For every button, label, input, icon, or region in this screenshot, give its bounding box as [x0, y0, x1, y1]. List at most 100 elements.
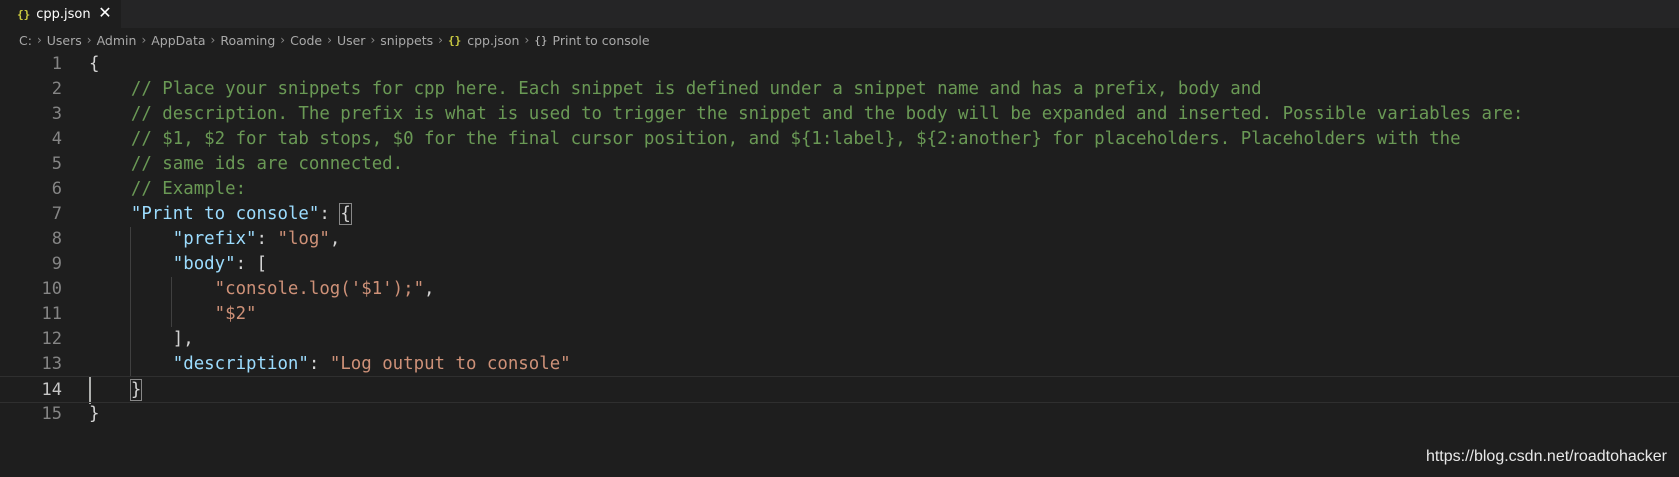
- line-number: 2: [51, 79, 62, 99]
- line-number: 11: [41, 304, 62, 324]
- code-text: ],: [89, 326, 194, 353]
- code-token: "description": [172, 354, 309, 374]
- chevron-right-icon: ›: [141, 33, 147, 47]
- code-text: // description. The prefix is what is us…: [89, 101, 1524, 128]
- breadcrumb-file-label: cpp.json: [467, 32, 520, 48]
- code-token: :: [319, 204, 341, 224]
- close-icon[interactable]: ✕: [97, 4, 113, 22]
- code-line[interactable]: 3 // description. The prefix is what is …: [0, 101, 1679, 128]
- breadcrumb-item[interactable]: AppData: [151, 33, 205, 48]
- code-token: "Log output to console": [329, 354, 571, 374]
- code-line[interactable]: 5 // same ids are connected.: [0, 151, 1679, 178]
- chevron-right-icon: ›: [438, 33, 443, 47]
- line-number: 14: [41, 380, 62, 400]
- code-line[interactable]: 4 // $1, $2 for tab stops, $0 for the fi…: [0, 126, 1679, 153]
- code-token: "body": [172, 254, 236, 274]
- line-number: 15: [41, 404, 62, 424]
- breadcrumb-item[interactable]: Admin: [97, 33, 137, 48]
- watermark: https://blog.csdn.net/roadtohacker: [1425, 448, 1667, 465]
- breadcrumb-item[interactable]: C:: [19, 33, 32, 48]
- code-token: "console.log('$1');": [214, 279, 425, 299]
- line-number: 4: [51, 129, 62, 149]
- code-token: // Example:: [89, 179, 247, 199]
- code-token: ],: [89, 329, 194, 349]
- object-icon: {}: [534, 33, 548, 47]
- code-token: }: [129, 379, 143, 401]
- code-text: // $1, $2 for tab stops, $0 for the fina…: [89, 126, 1461, 153]
- code-line[interactable]: 11 "$2": [0, 301, 1679, 328]
- breadcrumb-symbol-label: Print to console: [552, 32, 650, 48]
- breadcrumb-item[interactable]: Roaming: [220, 33, 275, 48]
- line-number: 1: [51, 54, 62, 74]
- code-text: "description": "Log output to console": [89, 351, 571, 378]
- chevron-right-icon: ›: [524, 33, 530, 47]
- code-text: // Place your snippets for cpp here. Eac…: [89, 76, 1262, 103]
- code-token: }: [89, 404, 100, 424]
- tab-bar: {} cpp.json ✕: [0, 0, 1679, 28]
- code-line[interactable]: 7 "Print to console": {: [0, 201, 1679, 228]
- code-token: "prefix": [172, 229, 257, 249]
- json-file-icon: {}: [447, 33, 462, 47]
- code-line[interactable]: 8 "prefix": "log",: [0, 226, 1679, 253]
- code-line[interactable]: 9 "body": [: [0, 251, 1679, 278]
- code-token: // $1, $2 for tab stops, $0 for the fina…: [89, 129, 1461, 149]
- breadcrumb-item[interactable]: Users: [47, 33, 82, 48]
- code-line[interactable]: 6 // Example:: [0, 176, 1679, 203]
- tab-label: cpp.json: [36, 6, 91, 22]
- breadcrumb: C: › Users › Admin › AppData › Roaming › Code › User…: [19, 29, 650, 51]
- code-token: "log": [277, 229, 330, 249]
- code-text: "prefix": "log",: [89, 226, 341, 253]
- chevron-right-icon: ›: [36, 33, 42, 47]
- code-text: "$2": [89, 301, 257, 328]
- code-editor[interactable]: 1{2 // Place your snippets for cpp here.…: [0, 52, 1679, 457]
- breadcrumb-item[interactable]: Code: [290, 33, 322, 48]
- code-token: :: [256, 229, 278, 249]
- code-token: : [: [235, 254, 268, 274]
- code-line[interactable]: 10 "console.log('$1');",: [0, 276, 1679, 303]
- code-text: {: [89, 51, 99, 78]
- code-token: // description. The prefix is what is us…: [89, 104, 1524, 124]
- json-file-icon: {}: [17, 7, 31, 21]
- chevron-right-icon: ›: [370, 33, 376, 47]
- code-line[interactable]: 15}: [0, 401, 1679, 428]
- code-token: "$2": [214, 304, 257, 324]
- breadcrumb-item[interactable]: snippets: [380, 33, 433, 48]
- line-number: 10: [41, 279, 62, 299]
- code-token: // same ids are connected.: [89, 154, 404, 174]
- chevron-right-icon: ›: [210, 33, 216, 47]
- line-number: 13: [41, 354, 62, 374]
- code-line[interactable]: 13 "description": "Log output to console…: [0, 351, 1679, 378]
- breadcrumb-symbol[interactable]: {} Print to console: [534, 33, 649, 48]
- code-token: ,: [424, 279, 435, 299]
- line-number: 5: [51, 154, 62, 174]
- code-token: {: [89, 54, 100, 74]
- chevron-right-icon: ›: [327, 33, 332, 47]
- code-text: // Example:: [89, 176, 246, 203]
- line-number: 6: [51, 179, 62, 199]
- code-text: "console.log('$1');",: [89, 276, 435, 303]
- code-text: }: [89, 401, 99, 428]
- code-token: "Print to console": [130, 204, 320, 224]
- tab-cpp-json[interactable]: {} cpp.json ✕: [0, 0, 121, 28]
- code-text: "body": [: [89, 251, 267, 278]
- line-number: 7: [51, 204, 62, 224]
- breadcrumb-item[interactable]: User: [337, 33, 366, 48]
- code-line[interactable]: 14 }: [0, 376, 1679, 403]
- code-text: }: [89, 377, 143, 404]
- code-text: "Print to console": {: [89, 201, 352, 228]
- code-line[interactable]: 1{: [0, 51, 1679, 78]
- line-number: 9: [51, 254, 62, 274]
- chevron-right-icon: ›: [86, 33, 92, 47]
- code-line[interactable]: 2 // Place your snippets for cpp here. E…: [0, 76, 1679, 103]
- code-line[interactable]: 12 ],: [0, 326, 1679, 353]
- code-token: {: [339, 203, 352, 225]
- breadcrumb-file[interactable]: {} cpp.json: [448, 33, 520, 48]
- code-text: // same ids are connected.: [89, 151, 403, 178]
